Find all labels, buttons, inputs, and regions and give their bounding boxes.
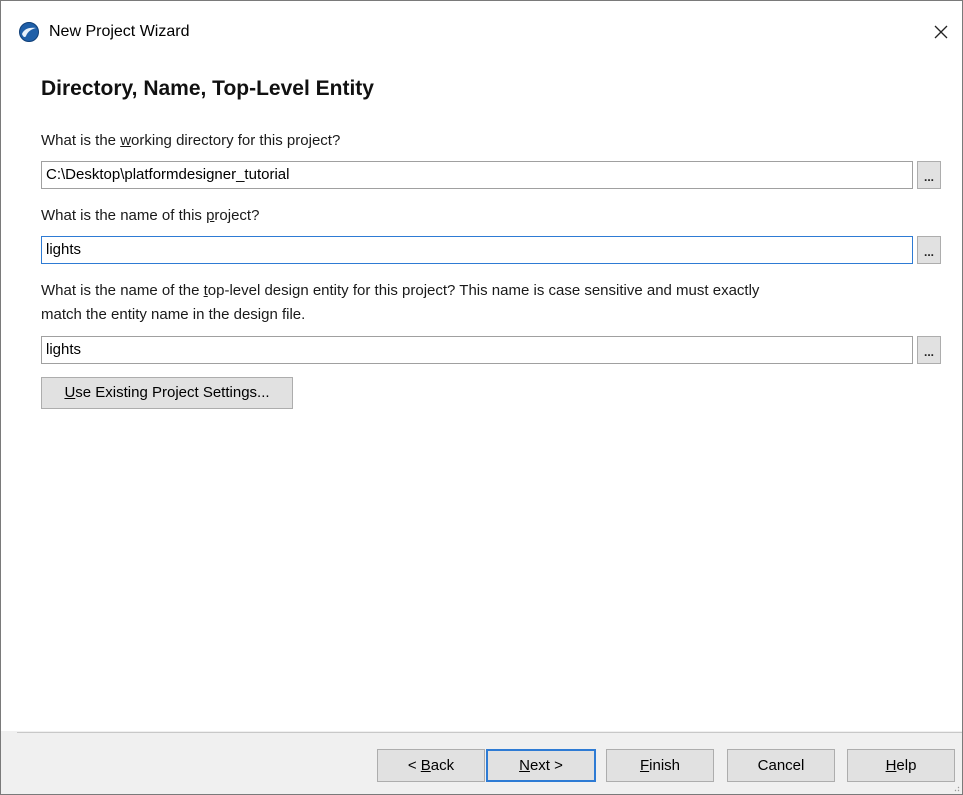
button-label: ext > xyxy=(529,757,563,774)
label-text: What is the name of the xyxy=(41,282,204,299)
top-level-entity-browse-button[interactable]: ... xyxy=(917,336,941,364)
working-directory-input[interactable]: C:\Desktop\platformdesigner_tutorial xyxy=(41,161,913,189)
button-accelerator: N xyxy=(519,757,530,774)
label-text: roject? xyxy=(214,207,260,224)
working-directory-browse-button[interactable]: ... xyxy=(917,161,941,189)
close-icon xyxy=(934,25,948,39)
button-accelerator: B xyxy=(420,757,431,774)
help-button[interactable]: Help xyxy=(847,749,955,782)
button-accelerator: H xyxy=(885,757,897,774)
finish-button[interactable]: Finish xyxy=(606,749,714,782)
project-name-label: What is the name of this project? xyxy=(41,206,259,226)
button-accelerator: F xyxy=(639,757,650,774)
title-bar: New Project Wizard xyxy=(1,1,962,61)
button-label: se Existing Project Settings... xyxy=(75,384,270,401)
close-button[interactable] xyxy=(924,15,958,49)
top-level-entity-input[interactable]: lights xyxy=(41,336,913,364)
footer-divider xyxy=(17,732,962,733)
project-name-browse-button[interactable]: ... xyxy=(917,236,941,264)
page-heading: Directory, Name, Top-Level Entity xyxy=(41,77,374,100)
label-text: orking directory for this project? xyxy=(131,132,341,149)
button-label: < xyxy=(407,757,421,774)
project-name-input[interactable]: lights xyxy=(41,236,913,264)
use-existing-project-settings-button[interactable]: Use Existing Project Settings... xyxy=(41,377,293,409)
working-directory-label: What is the working directory for this p… xyxy=(41,131,340,151)
next-button[interactable]: Next > xyxy=(486,749,596,782)
app-globe-icon xyxy=(19,22,39,42)
new-project-wizard-dialog: New Project Wizard Directory, Name, Top-… xyxy=(0,0,963,795)
cancel-button[interactable]: Cancel xyxy=(727,749,835,782)
button-label: inish xyxy=(649,757,681,774)
wizard-page: Directory, Name, Top-Level Entity What i… xyxy=(1,61,962,731)
resize-grip-icon[interactable] xyxy=(954,786,960,792)
window-title: New Project Wizard xyxy=(49,23,190,40)
button-label: ack xyxy=(430,757,455,774)
top-level-entity-label: What is the name of the top-level design… xyxy=(41,281,759,301)
label-text: op-level design entity for this project?… xyxy=(207,282,760,299)
label-accelerator: w xyxy=(120,132,132,149)
button-accelerator: U xyxy=(64,384,76,401)
label-text: What is the xyxy=(41,132,121,149)
label-text: What is the name of this xyxy=(41,207,207,224)
back-button[interactable]: < Back xyxy=(377,749,485,782)
top-level-entity-label-line2: match the entity name in the design file… xyxy=(41,306,306,323)
button-label: elp xyxy=(896,757,917,774)
